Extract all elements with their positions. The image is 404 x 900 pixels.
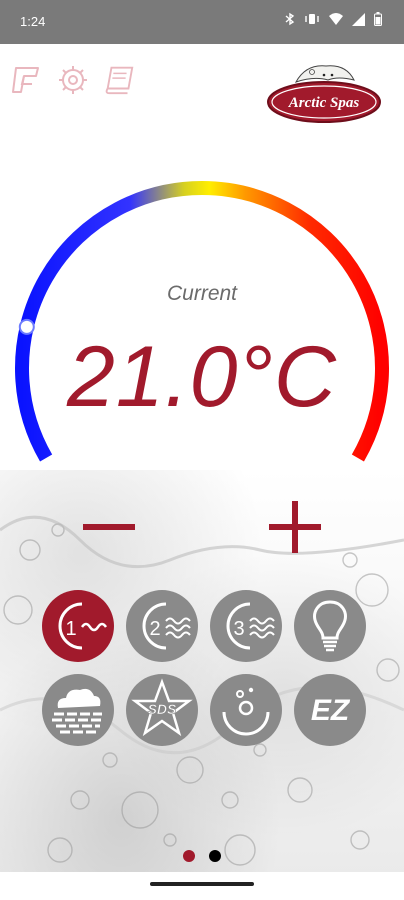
vibrate-icon [305,14,319,24]
page-dot-1[interactable] [183,850,195,862]
gear-icon [59,66,87,94]
top-toolbar [10,62,136,98]
light-button[interactable] [294,590,366,662]
current-label: Current [166,282,238,305]
signal-icon [352,12,365,26]
battery-icon [374,12,382,26]
fog-button[interactable] [42,674,114,746]
status-time: 1:24 [20,14,46,29]
bubble-button[interactable] [210,674,282,746]
pump-3-button[interactable]: 3 [210,590,282,662]
page-dot-2[interactable] [209,850,221,862]
navigation-bar [0,872,404,900]
sds-icon: SDS [131,678,193,737]
svg-text:2: 2 [149,618,160,640]
pump-1-icon: 1 [58,602,108,650]
plus-icon [269,501,321,553]
sds-button[interactable]: SDS [126,674,198,746]
manual-icon [105,66,134,95]
pump-2-button[interactable]: 2 [126,590,198,662]
pump-2-icon: 2 [142,602,191,650]
temperature-value: 21.0°C [67,329,337,425]
fog-icon [52,688,104,734]
pump-3-icon: 3 [226,602,275,650]
page-indicator [0,850,404,862]
filter-icon [12,67,39,93]
ez-icon: EZ [311,694,351,727]
svg-text:EZ: EZ [311,694,351,727]
svg-text:1: 1 [65,618,76,640]
minus-icon [83,524,135,530]
home-indicator[interactable] [150,882,254,886]
pump-1-button[interactable]: 1 [42,590,114,662]
logo-text: Arctic Spas [288,95,360,111]
svg-text:SDS: SDS [148,701,177,717]
decrease-temperature-button[interactable] [74,492,144,562]
status-bar: 1:24 [0,0,404,44]
status-icons [285,12,382,26]
bluetooth-icon [285,12,295,26]
manual-button[interactable] [102,62,136,98]
wifi-icon [329,13,343,25]
filter-button[interactable] [10,62,44,98]
svg-text:3: 3 [233,618,244,640]
bubble-icon [222,687,270,736]
increase-temperature-button[interactable] [260,492,330,562]
arctic-spas-logo: Arctic Spas [266,58,386,126]
ez-button[interactable]: EZ [294,674,366,746]
light-bulb-icon [313,600,347,652]
settings-button[interactable] [56,62,90,98]
